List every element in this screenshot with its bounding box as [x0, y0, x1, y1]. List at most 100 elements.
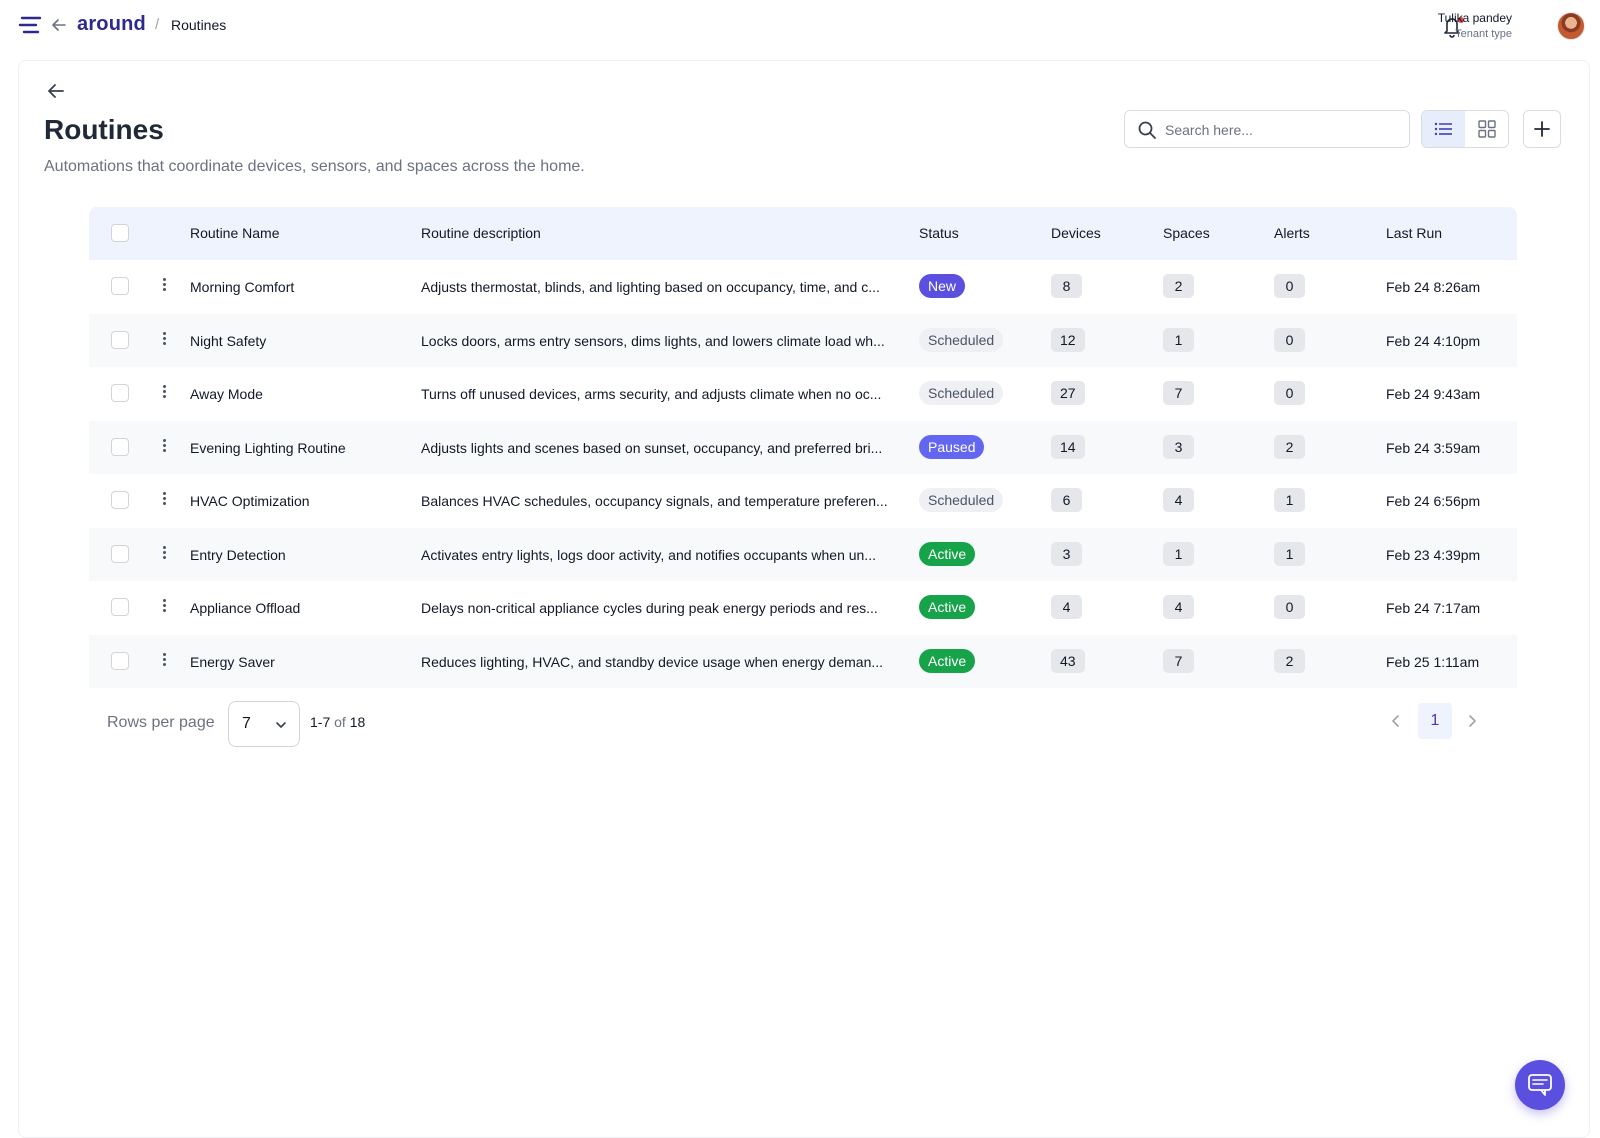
- rows-per-page-label: Rows per page: [107, 714, 215, 731]
- row-checkbox[interactable]: [111, 384, 129, 402]
- chat-button[interactable]: [1515, 1060, 1565, 1110]
- add-routine-button[interactable]: [1523, 110, 1561, 148]
- table-header: Routine Name Routine description Status …: [89, 207, 1517, 260]
- column-header-devices[interactable]: Devices: [1051, 225, 1101, 241]
- devices-count: 4: [1051, 595, 1082, 619]
- routine-description: Delays non-critical appliance cycles dur…: [421, 600, 878, 616]
- more-vertical-icon[interactable]: [159, 276, 169, 296]
- table-row[interactable]: Evening Lighting Routine Adjusts lights a…: [89, 420, 1517, 474]
- devices-count: 27: [1051, 381, 1085, 405]
- alerts-count: 1: [1274, 541, 1305, 566]
- chevron-right-icon[interactable]: [1463, 712, 1481, 730]
- table-row[interactable]: Energy Saver Reduces lighting, HVAC, and …: [89, 634, 1517, 688]
- column-header-last-run[interactable]: Last Run: [1386, 225, 1442, 241]
- devices-count: 14: [1051, 434, 1085, 459]
- row-checkbox[interactable]: [111, 330, 129, 349]
- pagination-range: 1-7 of 18: [310, 714, 365, 730]
- last-run: Feb 24 3:59am: [1386, 439, 1481, 456]
- routine-name[interactable]: Morning Comfort: [190, 279, 410, 295]
- more-vertical-icon[interactable]: [159, 437, 169, 457]
- routine-name[interactable]: Away Mode: [190, 386, 410, 402]
- devices-count: 12: [1051, 327, 1085, 352]
- grid-view-button[interactable]: [1465, 111, 1508, 147]
- spaces-count: 4: [1163, 595, 1194, 619]
- table-row[interactable]: Away Mode Turns off unused devices, arms …: [89, 367, 1517, 421]
- search-input[interactable]: [1165, 119, 1395, 141]
- back-arrow-icon[interactable]: [45, 80, 67, 102]
- menu-icon[interactable]: [18, 15, 42, 35]
- more-vertical-icon[interactable]: [159, 544, 169, 564]
- routine-name[interactable]: Appliance Offload: [190, 600, 410, 616]
- routine-name[interactable]: HVAC Optimization: [190, 493, 410, 509]
- rows-per-page-select[interactable]: 7: [228, 701, 300, 747]
- column-header-status[interactable]: Status: [919, 225, 959, 241]
- alerts-count: 1: [1274, 488, 1305, 512]
- chevron-left-icon[interactable]: [1387, 712, 1405, 730]
- table-row[interactable]: Night Safety Locks doors, arms entry sens…: [89, 313, 1517, 367]
- routine-description: Balances HVAC schedules, occupancy signa…: [421, 493, 888, 509]
- routine-description: Locks doors, arms entry sensors, dims li…: [421, 332, 885, 349]
- status-badge: New: [919, 274, 966, 298]
- top-bar: around / Routines Tulika pandey Tenant t…: [0, 0, 1600, 52]
- page-title: Routines: [44, 114, 164, 145]
- column-header-alerts[interactable]: Alerts: [1274, 225, 1310, 241]
- routine-description: Adjusts thermostat, blinds, and lighting…: [421, 279, 880, 295]
- page-number-current[interactable]: 1: [1418, 703, 1452, 739]
- spaces-count: 3: [1163, 434, 1194, 459]
- row-checkbox[interactable]: [111, 598, 129, 616]
- breadcrumb-separator: /: [155, 16, 160, 33]
- status-badge: Scheduled: [919, 381, 1004, 405]
- routine-name[interactable]: Night Safety: [190, 333, 410, 349]
- page-subtitle: Automations that coordinate devices, sen…: [44, 158, 585, 175]
- more-vertical-icon[interactable]: [159, 597, 169, 617]
- routine-name[interactable]: Energy Saver: [190, 654, 410, 670]
- select-all-checkbox[interactable]: [111, 224, 129, 242]
- list-view-button[interactable]: [1422, 111, 1465, 147]
- search-box[interactable]: [1124, 110, 1410, 148]
- devices-count: 8: [1051, 274, 1082, 298]
- routines-table: Routine Name Routine description Status …: [89, 207, 1517, 688]
- user-name[interactable]: Tulika pandey: [1438, 11, 1512, 25]
- column-header-description[interactable]: Routine description: [421, 225, 541, 241]
- column-header-name[interactable]: Routine Name: [190, 225, 280, 241]
- list-view-icon: [1434, 122, 1452, 136]
- devices-count: 43: [1051, 648, 1085, 673]
- row-checkbox[interactable]: [111, 651, 129, 670]
- routine-name[interactable]: Entry Detection: [190, 547, 410, 563]
- table-row[interactable]: Appliance Offload Delays non-critical app…: [89, 581, 1517, 635]
- spaces-count: 2: [1163, 274, 1194, 298]
- alerts-count: 0: [1274, 381, 1305, 405]
- alerts-count: 0: [1274, 327, 1305, 352]
- app-logo[interactable]: around: [77, 13, 146, 36]
- status-badge: Scheduled: [919, 488, 1004, 512]
- arrow-left-icon[interactable]: [50, 16, 68, 34]
- more-vertical-icon[interactable]: [159, 651, 169, 671]
- row-checkbox[interactable]: [111, 544, 129, 563]
- column-header-spaces[interactable]: Spaces: [1163, 225, 1210, 241]
- last-run: Feb 24 4:10pm: [1386, 332, 1481, 349]
- devices-count: 3: [1051, 541, 1082, 566]
- routine-description: Reduces lighting, HVAC, and standby devi…: [421, 653, 884, 670]
- row-checkbox[interactable]: [111, 437, 129, 456]
- user-role: Tenant type: [1455, 28, 1512, 40]
- chevron-down-icon: [276, 722, 286, 728]
- more-vertical-icon[interactable]: [159, 490, 169, 510]
- row-checkbox[interactable]: [111, 277, 129, 295]
- row-checkbox[interactable]: [111, 491, 129, 509]
- spaces-count: 1: [1163, 541, 1194, 566]
- more-vertical-icon[interactable]: [159, 330, 169, 350]
- table-row[interactable]: HVAC Optimization Balances HVAC schedules…: [89, 474, 1517, 528]
- more-vertical-icon[interactable]: [159, 383, 169, 403]
- routine-name[interactable]: Evening Lighting Routine: [190, 440, 410, 456]
- table-row[interactable]: Morning Comfort Adjusts thermostat, blind…: [89, 260, 1517, 314]
- table-row[interactable]: Entry Detection Activates entry lights, l…: [89, 527, 1517, 581]
- last-run: Feb 23 4:39pm: [1386, 546, 1481, 563]
- spaces-count: 7: [1163, 648, 1194, 673]
- status-badge: Active: [919, 648, 976, 673]
- plus-icon: [1534, 121, 1550, 137]
- rows-per-page-value: 7: [242, 715, 251, 732]
- status-badge: Scheduled: [919, 327, 1004, 352]
- alerts-count: 2: [1274, 434, 1305, 459]
- spaces-count: 1: [1163, 327, 1194, 352]
- avatar[interactable]: [1557, 12, 1585, 40]
